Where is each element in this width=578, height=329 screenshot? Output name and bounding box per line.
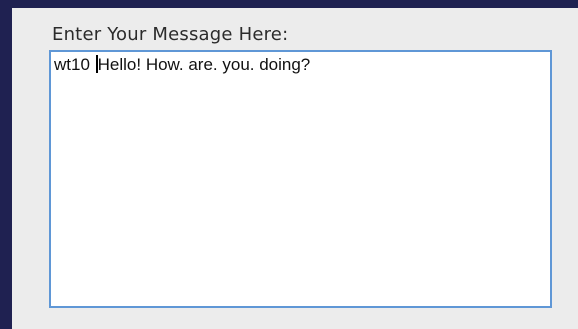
message-textarea[interactable]: wt10 Hello! How. are. you. doing? bbox=[49, 50, 552, 308]
message-label: Enter Your Message Here: bbox=[52, 24, 289, 45]
message-text-before-cursor: wt10 bbox=[54, 55, 95, 74]
message-text-after-cursor: Hello! How. are. you. doing? bbox=[97, 55, 311, 74]
message-panel: Enter Your Message Here: wt10 Hello! How… bbox=[12, 8, 578, 329]
message-text: wt10 Hello! How. are. you. doing? bbox=[54, 55, 310, 75]
